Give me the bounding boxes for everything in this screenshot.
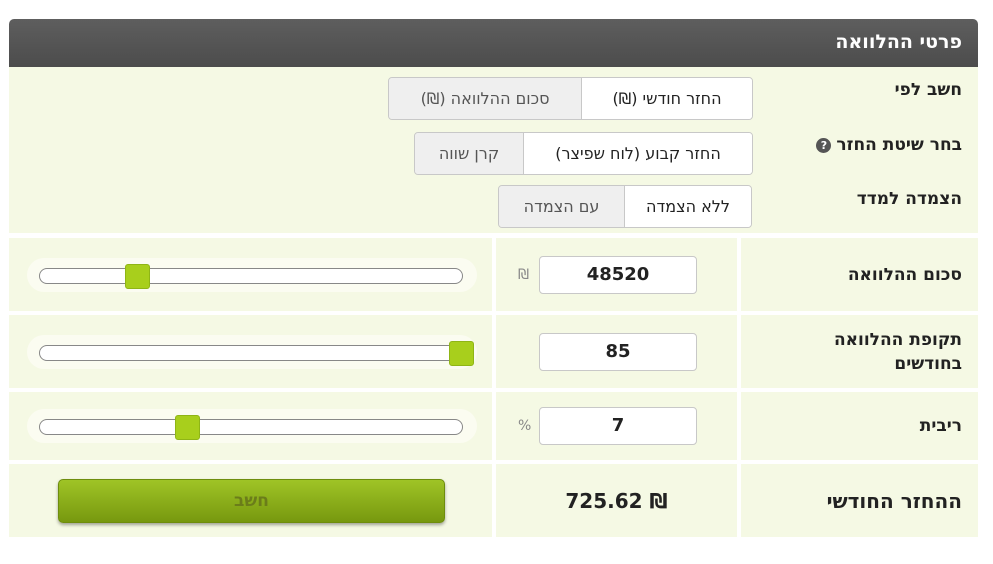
loan-amount-slider[interactable]	[27, 257, 477, 292]
slider-track[interactable]	[39, 419, 463, 435]
calc-by-loan-amount-option[interactable]: סכום ההלוואה (₪)	[389, 78, 581, 119]
loan-amount-input[interactable]: 48520	[539, 255, 697, 294]
loan-period-input[interactable]: 85	[539, 332, 697, 371]
calc-by-monthly-option[interactable]: החזר חודשי (₪)	[581, 78, 752, 119]
indexation-toggle: עם הצמדה ללא הצמדה	[498, 185, 752, 228]
interest-row: ריבית 7 %	[9, 392, 978, 460]
calc-by-toggle: סכום ההלוואה (₪) החזר חודשי (₪)	[388, 77, 753, 120]
slider-handle[interactable]	[124, 263, 150, 289]
question-circle-icon[interactable]: ?	[816, 137, 832, 153]
panel-title: פרטי ההלוואה	[835, 31, 962, 53]
interest-slider[interactable]	[27, 409, 477, 443]
spitzer-option[interactable]: החזר קבוע (לוח שפיצר)	[523, 133, 752, 174]
slider-handle[interactable]	[448, 340, 474, 366]
repayment-method-toggle: קרן שווה החזר קבוע (לוח שפיצר)	[414, 132, 753, 175]
monthly-repayment-value: 725.62 ₪	[565, 488, 668, 513]
monthly-repayment-label: ההחזר החודשי	[826, 488, 962, 513]
options-section: חשב לפי סכום ההלוואה (₪) החזר חודשי (₪) …	[9, 67, 978, 233]
loan-period-slider[interactable]	[27, 334, 477, 369]
calc-by-label: חשב לפי	[894, 80, 962, 100]
result-row: ההחזר החודשי 725.62 ₪ חשב	[9, 464, 978, 537]
slider-track[interactable]	[39, 344, 463, 361]
repayment-method-label: בחר שיטת החזר ?	[816, 135, 962, 155]
loan-period-row: תקופת ההלוואה בחודשים 85	[9, 315, 978, 388]
loan-details-panel: פרטי ההלוואה חשב לפי סכום ההלוואה (₪) הח…	[9, 19, 978, 537]
slider-handle[interactable]	[175, 415, 201, 440]
loan-period-label: תקופת ההלוואה בחודשים	[833, 329, 962, 374]
panel-header: פרטי ההלוואה	[9, 19, 978, 67]
slider-track[interactable]	[39, 267, 463, 284]
interest-label: ריבית	[919, 416, 962, 436]
interest-input[interactable]: 7	[539, 407, 697, 445]
loan-amount-row: סכום ההלוואה 48520 ₪	[9, 238, 978, 311]
no-indexation-option[interactable]: ללא הצמדה	[624, 186, 751, 227]
percent-unit-label: %	[518, 418, 532, 434]
loan-amount-label: סכום ההלוואה	[847, 264, 962, 285]
calculate-button[interactable]: חשב	[58, 478, 445, 523]
shekel-unit-label: ₪	[518, 266, 529, 283]
with-indexation-option[interactable]: עם הצמדה	[499, 186, 624, 227]
equal-principal-option[interactable]: קרן שווה	[415, 133, 523, 174]
indexation-label: הצמדה למדד	[856, 189, 962, 209]
